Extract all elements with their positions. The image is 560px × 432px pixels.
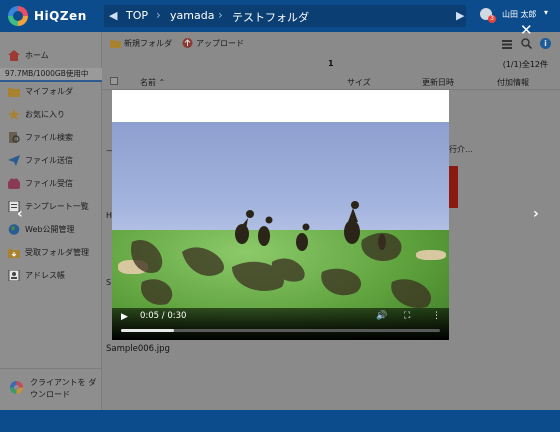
breadcrumb-separator-icon: › bbox=[218, 8, 223, 22]
sidebar-item-label: Web公開管理 bbox=[25, 225, 75, 234]
breadcrumb-item-folder[interactable]: テストフォルダ bbox=[232, 9, 309, 25]
sidebar-item-label: テンプレート一覧 bbox=[25, 202, 89, 211]
viewer-header bbox=[112, 90, 449, 122]
sidebar-item-label: ファイル送信 bbox=[25, 156, 73, 165]
close-icon: ✕ bbox=[520, 21, 533, 39]
previous-button[interactable]: ‹ bbox=[17, 206, 23, 222]
video-progress-fill bbox=[121, 329, 175, 332]
column-name[interactable]: 名前 ⌃ bbox=[140, 77, 165, 88]
client-download-label: クライアントを ダウンロード bbox=[30, 378, 97, 399]
client-download-link[interactable]: クライアントを ダウンロード bbox=[0, 368, 102, 410]
sidebar-item-label: ファイル検索 bbox=[25, 133, 73, 142]
breadcrumb-separator-icon: › bbox=[156, 8, 161, 22]
thumbnail-fragment bbox=[448, 166, 458, 208]
video-controls: ▶ 0:05 / 0:30 🔊 ⛶ ⋮ bbox=[112, 308, 449, 340]
breadcrumb-item-user[interactable]: yamada bbox=[170, 9, 214, 22]
list-row-fragment: 行介… bbox=[449, 145, 473, 154]
bottom-bar bbox=[0, 410, 560, 432]
sidebar-item-file-send[interactable]: ファイル送信 bbox=[8, 154, 100, 168]
volume-icon[interactable]: 🔊 bbox=[376, 311, 387, 321]
sidebar-item-label: アドレス帳 bbox=[25, 271, 65, 280]
breadcrumb-item-top[interactable]: TOP bbox=[126, 9, 148, 22]
chevron-right-icon: › bbox=[533, 206, 539, 222]
client-app-icon bbox=[10, 381, 23, 394]
more-options-icon[interactable]: ⋮ bbox=[432, 311, 441, 321]
viewer-filename: Sample006.jpg bbox=[106, 344, 170, 354]
column-updated[interactable]: 更新日時 bbox=[422, 77, 454, 88]
close-viewer-button[interactable]: ✕ bbox=[520, 23, 533, 38]
logo-mark-icon bbox=[8, 6, 28, 26]
logo-text: HiQZen bbox=[34, 9, 87, 23]
page-info: (1/1)全12件 bbox=[502, 60, 548, 69]
video-progress-bar[interactable] bbox=[121, 329, 440, 332]
sidebar-item-home[interactable]: ホーム bbox=[8, 49, 100, 63]
file-search-icon bbox=[9, 132, 20, 143]
select-all-checkbox[interactable] bbox=[110, 77, 118, 85]
sidebar-item-web-publish[interactable]: Web公開管理 bbox=[8, 223, 100, 237]
upload-icon bbox=[182, 38, 193, 48]
sidebar-item-label: マイフォルダ bbox=[25, 87, 73, 96]
send-icon bbox=[8, 155, 20, 166]
column-name-label: 名前 bbox=[140, 78, 156, 87]
chevron-down-icon: ▾ bbox=[544, 8, 549, 17]
user-name: 山田 太郎 bbox=[502, 10, 537, 19]
back-icon[interactable]: ◀ bbox=[109, 9, 117, 22]
play-button[interactable]: ▶ bbox=[121, 312, 128, 322]
forward-icon[interactable]: ▶ bbox=[456, 9, 464, 22]
sidebar-item-label: ホーム bbox=[25, 51, 49, 60]
storage-bar bbox=[0, 80, 102, 82]
fullscreen-icon[interactable]: ⛶ bbox=[404, 311, 410, 321]
search-icon[interactable] bbox=[521, 38, 532, 49]
sidebar-item-label: 受取フォルダ管理 bbox=[25, 248, 89, 257]
home-icon bbox=[8, 50, 20, 61]
list-row-fragment: S bbox=[106, 278, 112, 287]
sidebar-item-file-search[interactable]: ファイル検索 bbox=[8, 131, 100, 145]
globe-icon bbox=[8, 224, 20, 235]
video-time: 0:05 / 0:30 bbox=[140, 311, 187, 321]
column-extra[interactable]: 付加情報 bbox=[497, 77, 529, 88]
sidebar: ホーム 97.7MB/1000GB使用中 マイフォルダ お気に入り ファイル検索… bbox=[0, 32, 102, 410]
chevron-left-icon: ‹ bbox=[17, 206, 23, 222]
sidebar-item-file-receive[interactable]: ファイル受信 bbox=[8, 177, 100, 191]
breadcrumb: ◀ TOP › yamada › テストフォルダ ▶ bbox=[104, 5, 466, 27]
page-number[interactable]: 1 bbox=[328, 59, 334, 68]
notification-badge: 3 bbox=[488, 15, 496, 23]
upload-button[interactable]: アップロード bbox=[182, 38, 244, 52]
folder-icon bbox=[8, 88, 20, 97]
app-logo[interactable]: HiQZen bbox=[8, 6, 94, 26]
next-button[interactable]: › bbox=[533, 206, 539, 222]
receive-icon bbox=[8, 178, 20, 189]
star-icon bbox=[8, 109, 20, 120]
column-size[interactable]: サイズ bbox=[347, 77, 371, 88]
sidebar-item-label: ファイル受信 bbox=[25, 179, 73, 188]
media-viewer: ▶ 0:05 / 0:30 🔊 ⛶ ⋮ bbox=[112, 90, 449, 340]
sidebar-item-favorites[interactable]: お気に入り bbox=[8, 108, 100, 122]
top-bar: HiQZen ◀ TOP › yamada › テストフォルダ ▶ 3 山田 太… bbox=[0, 0, 560, 32]
folder-plus-icon bbox=[110, 40, 121, 48]
sidebar-item-my-folder[interactable]: マイフォルダ bbox=[8, 85, 100, 99]
new-folder-button[interactable]: 新規フォルダ bbox=[110, 38, 172, 52]
inbox-folder-icon bbox=[8, 249, 20, 258]
list-view-icon[interactable] bbox=[502, 40, 512, 49]
upload-label: アップロード bbox=[196, 39, 244, 48]
storage-usage: 97.7MB/1000GB使用中 bbox=[0, 68, 102, 80]
sidebar-item-label: お気に入り bbox=[25, 110, 65, 119]
sidebar-item-address-book[interactable]: アドレス帳 bbox=[8, 269, 100, 283]
address-book-icon bbox=[8, 270, 20, 281]
sidebar-item-inbox-folder[interactable]: 受取フォルダ管理 bbox=[8, 246, 100, 260]
new-folder-label: 新規フォルダ bbox=[124, 39, 172, 48]
sort-asc-icon: ⌃ bbox=[158, 78, 166, 87]
list-header: 名前 ⌃ サイズ 更新日時 付加情報 bbox=[102, 74, 560, 90]
info-icon[interactable]: i bbox=[540, 38, 551, 49]
